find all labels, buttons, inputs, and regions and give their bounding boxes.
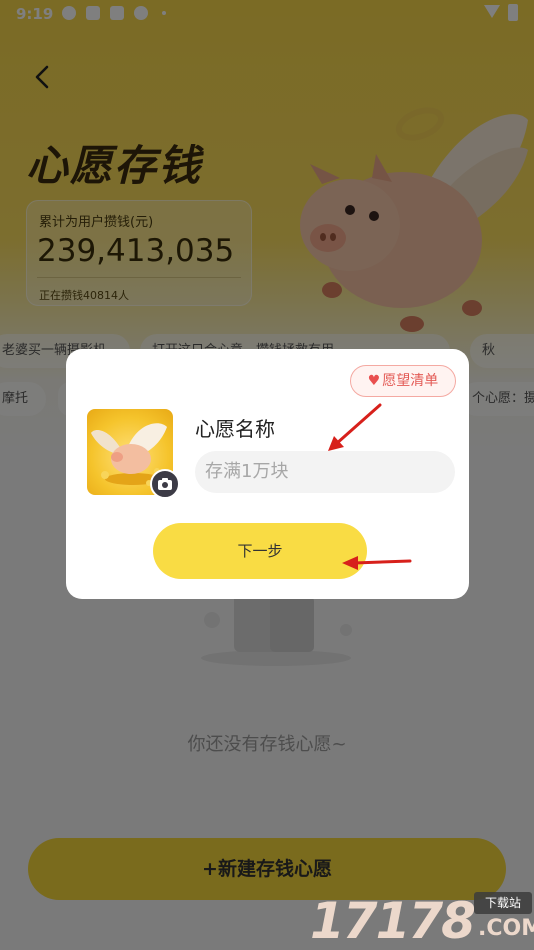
camera-icon [158,478,172,490]
wish-name-label: 心愿名称 [195,417,275,441]
create-wish-dialog: ♥ 愿望清单 心愿名称 存满1万块 下一步 [66,349,469,599]
wish-savings-page: 9:19 心愿存钱 累计为用户攒钱(元) 239,413,035 正在攒钱408… [0,0,534,950]
watermark: 17178 下载站 .COM [308,888,534,950]
next-step-button[interactable]: 下一步 [153,523,367,579]
wish-list-button[interactable]: ♥ 愿望清单 [350,365,456,397]
heart-icon: ♥ [367,373,381,389]
watermark-domain: .COM [478,916,534,941]
camera-button[interactable] [150,469,180,499]
wish-list-label: 愿望清单 [382,373,439,389]
wish-name-input[interactable]: 存满1万块 [195,451,455,493]
watermark-number: 17178 [310,892,476,950]
watermark-tag: 下载站 [474,892,532,914]
